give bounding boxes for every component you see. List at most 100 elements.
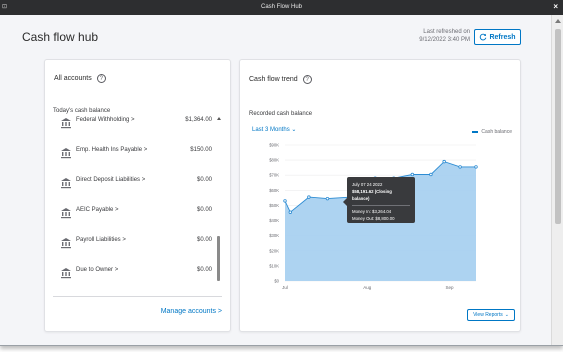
account-row[interactable]: Emp. Health Ins Payable > $150.00 [45, 142, 220, 166]
cash-flow-trend-card: Cash flow trend ? Recorded cash balance … [239, 59, 521, 332]
tooltip-date: July 07 24 2022 [352, 182, 383, 187]
chevron-down-icon: ⌄ [504, 312, 509, 318]
y-tick-label: $0 [274, 279, 279, 284]
account-list: Federal Withholding > $1,364.00 Emp. Healt… [45, 112, 220, 295]
y-tick-label: $70K [269, 173, 279, 178]
bank-icon [61, 268, 71, 279]
account-amount: $0.00 [196, 207, 212, 213]
account-name-text: Federal Withholding [76, 117, 130, 123]
scrollbar-thumb[interactable] [555, 29, 561, 224]
bank-icon [61, 148, 71, 159]
y-tick-label: $60K [269, 188, 279, 193]
account-row[interactable]: Direct Deposit Liabilities > $0.00 [45, 172, 220, 196]
chevron-down-icon: ⌄ [291, 127, 297, 133]
cash-flow-trend-heading: Cash flow trend [249, 76, 298, 83]
last-refreshed: Last refreshed on 9/12/2022 3:40 PM [394, 28, 470, 44]
window-scrollbar[interactable] [551, 15, 563, 345]
data-point [325, 196, 330, 201]
x-tick-label: Jul [282, 285, 288, 290]
close-icon[interactable]: × [553, 2, 558, 11]
account-name[interactable]: Payroll Liabilities > [76, 237, 126, 243]
chevron-right-icon: > [141, 177, 146, 183]
view-reports-button[interactable]: View Reports ⌄ [467, 309, 515, 321]
manage-accounts-link[interactable]: Manage accounts > [161, 308, 222, 315]
all-accounts-title: All accounts ? [54, 74, 106, 83]
chevron-right-icon: > [115, 207, 119, 213]
data-point [283, 199, 287, 203]
chevron-right-icon: > [122, 237, 126, 243]
account-list-scroll-thumb[interactable] [217, 236, 220, 281]
data-point [429, 172, 433, 177]
account-row[interactable]: Due to Owner > $0.00 [45, 262, 220, 286]
x-tick-label: Aug [363, 285, 372, 290]
all-accounts-card: All accounts ? Today's cash balance Fede… [44, 59, 231, 332]
refresh-label: Refresh [489, 33, 516, 41]
help-icon[interactable]: ? [96, 74, 106, 83]
account-name[interactable]: AEIC Payable > [76, 207, 119, 213]
y-tick-label: $20K [269, 248, 279, 253]
account-row[interactable]: Federal Withholding > $1,364.00 [45, 112, 220, 136]
tooltip-divider [352, 205, 410, 206]
data-point [410, 172, 415, 177]
account-amount: $1,364.00 [185, 117, 212, 123]
account-name-text: Emp. Health Ins Payable [76, 147, 143, 153]
refresh-button[interactable]: Refresh [474, 29, 521, 45]
recorded-cash-balance-label: Recorded cash balance [249, 111, 313, 117]
chevron-right-icon: > [143, 147, 148, 153]
account-amount: $0.00 [196, 267, 212, 273]
cash-flow-chart-svg: $0 $10K $20K $30K $40K $50K $60K $70K $80K $90K Ju… [269, 143, 478, 290]
account-amount: $150.00 [190, 147, 212, 153]
data-point [288, 210, 293, 214]
account-name[interactable]: Direct Deposit Liabilities > [76, 177, 145, 183]
account-name-text: AEIC Payable [76, 207, 114, 213]
tooltip-money-out: Money Out: $8,800.00 [352, 216, 395, 221]
cash-flow-hub-window: ⊡ Cash Flow Hub × Cash flow hub Last ref… [0, 0, 563, 346]
account-name[interactable]: Federal Withholding > [76, 117, 135, 123]
bank-icon [61, 208, 71, 219]
y-tick-label: $90K [269, 143, 279, 148]
title-bar: ⊡ Cash Flow Hub × [0, 0, 563, 15]
y-tick-label: $50K [269, 203, 279, 208]
y-tick-label: $40K [269, 218, 279, 223]
account-name[interactable]: Due to Owner > [76, 267, 118, 273]
cash-flow-trend-title: Cash flow trend ? [249, 75, 312, 84]
bank-icon [61, 238, 71, 249]
refresh-icon [480, 33, 487, 41]
data-point [474, 165, 478, 169]
page-title: Cash flow hub [22, 30, 99, 44]
divider [53, 296, 222, 297]
all-accounts-heading: All accounts [54, 75, 92, 82]
view-reports-label: View Reports [473, 312, 503, 318]
scroll-up-icon[interactable] [555, 19, 561, 23]
account-row[interactable]: Payroll Liabilities > $0.00 [45, 232, 220, 256]
y-tick-label: $10K [269, 263, 279, 268]
data-point [307, 195, 311, 199]
account-name-text: Direct Deposit Liabilities [76, 177, 141, 183]
x-tick-label: Sep [445, 285, 454, 290]
y-tick-label: $30K [269, 233, 279, 238]
account-amount: $0.00 [196, 237, 212, 243]
last-refreshed-value: 9/12/2022 3:40 PM [419, 37, 470, 43]
account-row[interactable]: AEIC Payable > $0.00 [45, 202, 220, 226]
account-name-text: Due to Owner [76, 267, 114, 273]
account-name[interactable]: Emp. Health Ins Payable > [76, 147, 147, 153]
data-point [442, 159, 446, 164]
account-name-text: Payroll Liabilities [76, 237, 121, 243]
last-refreshed-label: Last refreshed on [423, 29, 470, 35]
account-amount: $0.00 [196, 177, 212, 183]
legend-swatch [472, 131, 479, 133]
data-point [458, 165, 462, 169]
cash-flow-chart[interactable]: $0 $10K $20K $30K $40K $50K $60K $70K $80K $90K Ju… [240, 140, 522, 315]
tooltip-balance: $58,191.62 (Closing balance) [352, 189, 392, 201]
chevron-right-icon: > [131, 117, 135, 123]
bank-icon [61, 118, 71, 129]
y-tick-label: $80K [269, 158, 279, 163]
help-icon[interactable]: ? [302, 75, 312, 84]
account-list-scrollbar[interactable] [217, 115, 221, 290]
chevron-right-icon: > [114, 267, 119, 273]
chart-tooltip: July 07 24 2022 $58,191.62 (Closing bala… [343, 177, 415, 223]
scroll-up-icon[interactable] [217, 117, 221, 120]
period-dropdown[interactable]: Last 3 Months ⌄ [252, 126, 296, 133]
bank-icon [61, 178, 71, 189]
window-title: Cash Flow Hub [260, 4, 302, 10]
